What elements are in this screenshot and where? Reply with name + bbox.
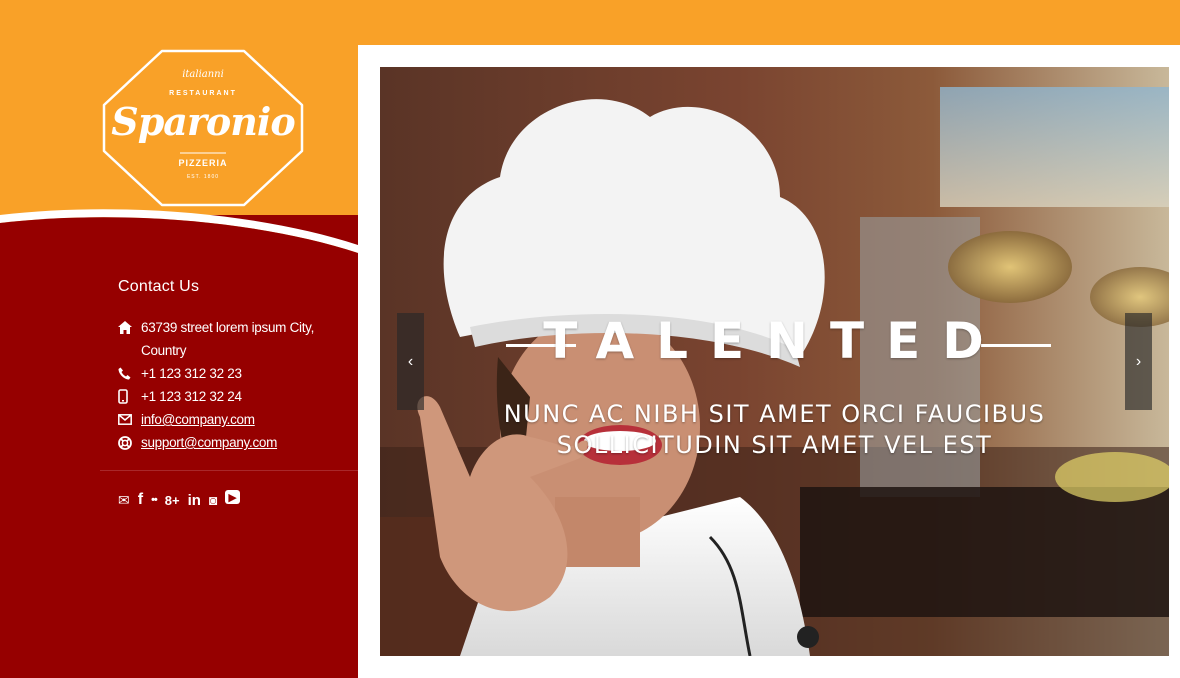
- logo[interactable]: italianni RESTAURANT Sparonio PIZZERIA E…: [100, 47, 306, 209]
- envelope-icon: [118, 408, 141, 431]
- google-plus-icon[interactable]: 8+: [165, 490, 180, 510]
- contact-support: support@company.com: [118, 431, 338, 454]
- instagram-icon[interactable]: ◙: [209, 490, 217, 510]
- hero-slider: TALENTED NUNC AC NIBH SIT AMET ORCI FAUC…: [380, 67, 1169, 656]
- flickr-icon[interactable]: ••: [151, 490, 158, 510]
- linkedin-icon[interactable]: in: [188, 490, 201, 510]
- logo-pizzeria: PIZZERIA: [178, 158, 228, 168]
- email-link[interactable]: info@company.com: [141, 408, 255, 431]
- mobile-icon: [118, 385, 141, 408]
- phone-icon: [118, 362, 141, 385]
- contact-phone: +1 123 312 32 23: [118, 362, 338, 385]
- next-slide-button[interactable]: ›: [1125, 313, 1152, 410]
- logo-subtitle: italianni: [182, 69, 224, 80]
- address-line1: 63739 street lorem ipsum City,: [141, 320, 315, 335]
- address-line2: Country: [141, 343, 187, 358]
- slide-subtitle: NUNC AC NIBH SIT AMET ORCI FAUCIBUS SOLL…: [380, 399, 1169, 461]
- home-icon: [118, 316, 141, 339]
- contact-divider: [100, 470, 358, 471]
- chevron-left-icon: ‹: [407, 352, 414, 370]
- contact-title: Contact Us: [118, 278, 200, 295]
- contact-mobile: +1 123 312 32 24: [118, 385, 338, 408]
- phone-text: +1 123 312 32 23: [141, 366, 242, 381]
- address-text: 63739 street lorem ipsum City, Country: [141, 316, 314, 362]
- social-links: ✉ f •• 8+ in ◙ ▶: [118, 490, 248, 510]
- slide-title: TALENTED: [543, 312, 1006, 370]
- sidebar: italianni RESTAURANT Sparonio PIZZERIA E…: [0, 0, 358, 678]
- logo-name: Sparonio: [111, 99, 295, 144]
- youtube-icon[interactable]: ▶: [225, 490, 240, 504]
- mobile-text: +1 123 312 32 24: [141, 389, 242, 404]
- wave-divider: [0, 209, 358, 270]
- prev-slide-button[interactable]: ‹: [397, 313, 424, 410]
- facebook-icon[interactable]: f: [138, 490, 143, 510]
- slide-subtitle-line1: NUNC AC NIBH SIT AMET ORCI FAUCIBUS: [503, 400, 1046, 428]
- support-link[interactable]: support@company.com: [141, 431, 277, 454]
- chevron-right-icon: ›: [1135, 352, 1142, 370]
- lifebuoy-icon: [118, 431, 141, 454]
- logo-est: EST. 1800: [186, 174, 220, 180]
- contact-section: Contact Us 63739 street lorem ipsum City…: [118, 278, 338, 454]
- contact-email: info@company.com: [118, 408, 338, 431]
- contact-address: 63739 street lorem ipsum City, Country: [118, 316, 338, 362]
- logo-restaurant: RESTAURANT: [169, 90, 237, 97]
- slide-subtitle-line2: SOLLICITUDIN SIT AMET VEL EST: [556, 431, 993, 459]
- mail-icon[interactable]: ✉: [118, 490, 130, 510]
